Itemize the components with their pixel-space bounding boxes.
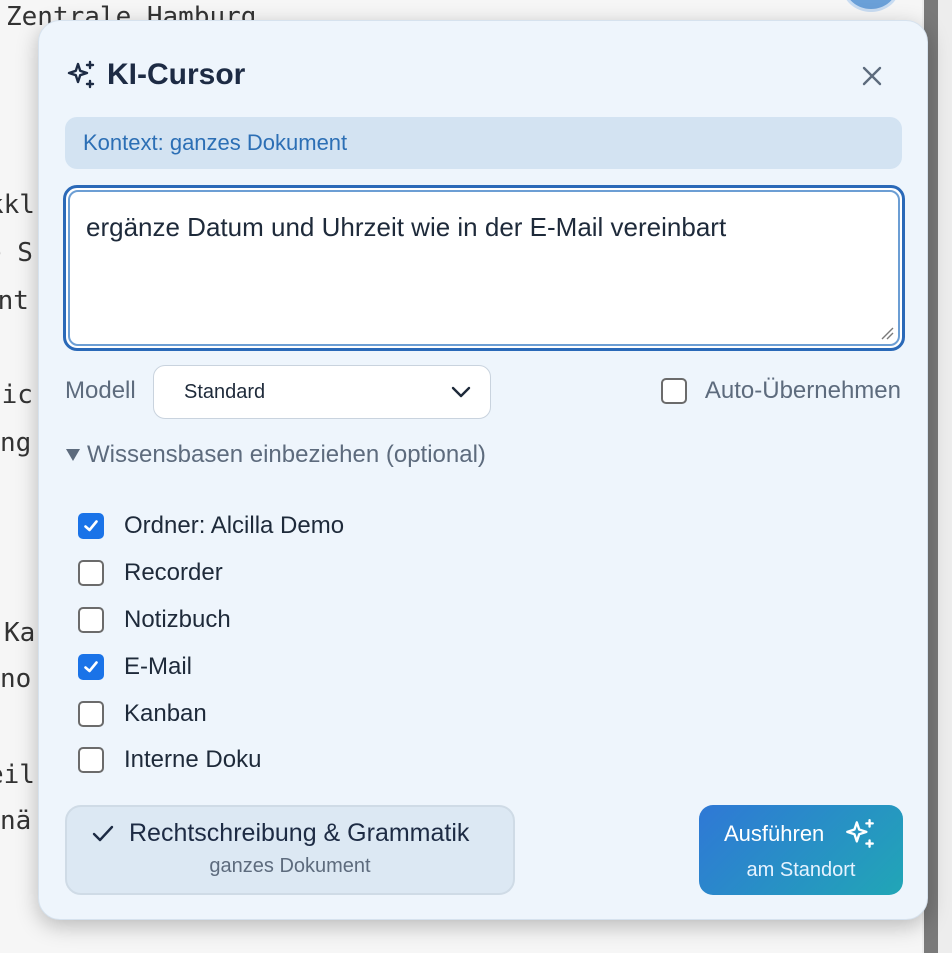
knowledge-base-checkbox[interactable] — [78, 560, 104, 587]
knowledge-base-list: Ordner: Alcilla Demo Recorder Notizbuch … — [78, 503, 344, 784]
spellcheck-button-sublabel: ganzes Dokument — [209, 855, 371, 877]
prompt-text[interactable]: ergänze Datum und Uhrzeit wie in der E-M… — [86, 212, 882, 243]
checkmark-icon — [84, 520, 98, 532]
resize-grip-icon[interactable] — [880, 326, 894, 340]
document-line: eil — [0, 760, 35, 790]
ki-cursor-dialog: KI-Cursor Kontext: ganzes Dokument ergän… — [38, 20, 928, 920]
context-chip: Kontext: ganzes Dokument — [65, 117, 902, 169]
document-line: nä — [0, 806, 32, 836]
model-label: Modell — [65, 377, 136, 404]
knowledge-base-checkbox[interactable] — [78, 653, 104, 680]
knowledge-base-item[interactable]: Notizbuch — [78, 597, 344, 644]
prompt-textarea-inner[interactable]: ergänze Datum und Uhrzeit wie in der E-M… — [68, 190, 900, 346]
auto-apply-label: Auto-Übernehmen — [704, 377, 901, 404]
check-icon — [92, 825, 114, 841]
spellcheck-button-row: Rechtschreibung & Grammatik — [91, 819, 469, 848]
sparkle-icon — [846, 819, 874, 848]
knowledge-base-checkbox[interactable] — [78, 606, 104, 633]
sparkle-icon — [67, 60, 95, 89]
document-line: e S — [0, 238, 33, 268]
knowledge-base-name: Kanban — [124, 699, 207, 727]
model-select-value[interactable]: Standard — [184, 381, 450, 404]
document-line: ent — [0, 286, 29, 316]
model-select[interactable]: Standard — [153, 365, 491, 419]
close-button[interactable] — [857, 61, 887, 91]
knowledge-base-item[interactable]: Ordner: Alcilla Demo — [78, 503, 344, 550]
knowledge-base-item[interactable]: Recorder — [78, 550, 344, 597]
knowledge-base-name: E-Mail — [124, 652, 193, 680]
dialog-title: KI-Cursor — [107, 58, 246, 91]
knowledge-base-item[interactable]: E-Mail — [78, 643, 344, 690]
knowledge-base-name: Notizbuch — [124, 605, 231, 633]
knowledge-base-checkbox[interactable] — [78, 747, 104, 774]
knowledge-base-name: Recorder — [124, 559, 223, 587]
document-line: Ka — [4, 618, 36, 648]
checkmark-icon — [84, 660, 98, 673]
chevron-down-icon — [451, 386, 471, 398]
close-icon — [862, 66, 882, 86]
run-button-label: Ausführen — [724, 821, 825, 846]
knowledge-base-name: Interne Doku — [124, 746, 262, 774]
auto-apply-option[interactable]: Auto-Übernehmen — [660, 377, 901, 405]
triangle-down-icon — [66, 449, 80, 461]
spellcheck-button-label: Rechtschreibung & Grammatik — [129, 819, 470, 847]
document-line: no — [0, 664, 32, 694]
knowledge-base-name: Ordner: Alcilla Demo — [124, 512, 345, 540]
knowledge-base-item[interactable]: Kanban — [78, 690, 344, 737]
knowledge-base-item[interactable]: Interne Doku — [78, 737, 344, 784]
document-line: ng — [0, 428, 32, 458]
document-line: Sic — [0, 380, 33, 410]
run-button-sublabel: am Standort — [746, 859, 856, 881]
knowledge-bases-toggle-label: Wissensbasen einbeziehen (optional) — [87, 441, 486, 468]
run-button[interactable]: Ausführen am Standort — [699, 805, 903, 895]
knowledge-base-checkbox[interactable] — [78, 513, 104, 540]
document-line: kkl — [0, 190, 35, 220]
dialog-header: KI-Cursor — [65, 55, 245, 95]
knowledge-bases-toggle[interactable]: Wissensbasen einbeziehen (optional) — [65, 441, 486, 469]
prompt-textarea[interactable]: ergänze Datum und Uhrzeit wie in der E-M… — [63, 185, 905, 351]
auto-apply-checkbox[interactable] — [660, 378, 687, 404]
spellcheck-button[interactable]: Rechtschreibung & Grammatik ganzes Dokum… — [65, 805, 515, 895]
knowledge-base-checkbox[interactable] — [78, 700, 104, 727]
